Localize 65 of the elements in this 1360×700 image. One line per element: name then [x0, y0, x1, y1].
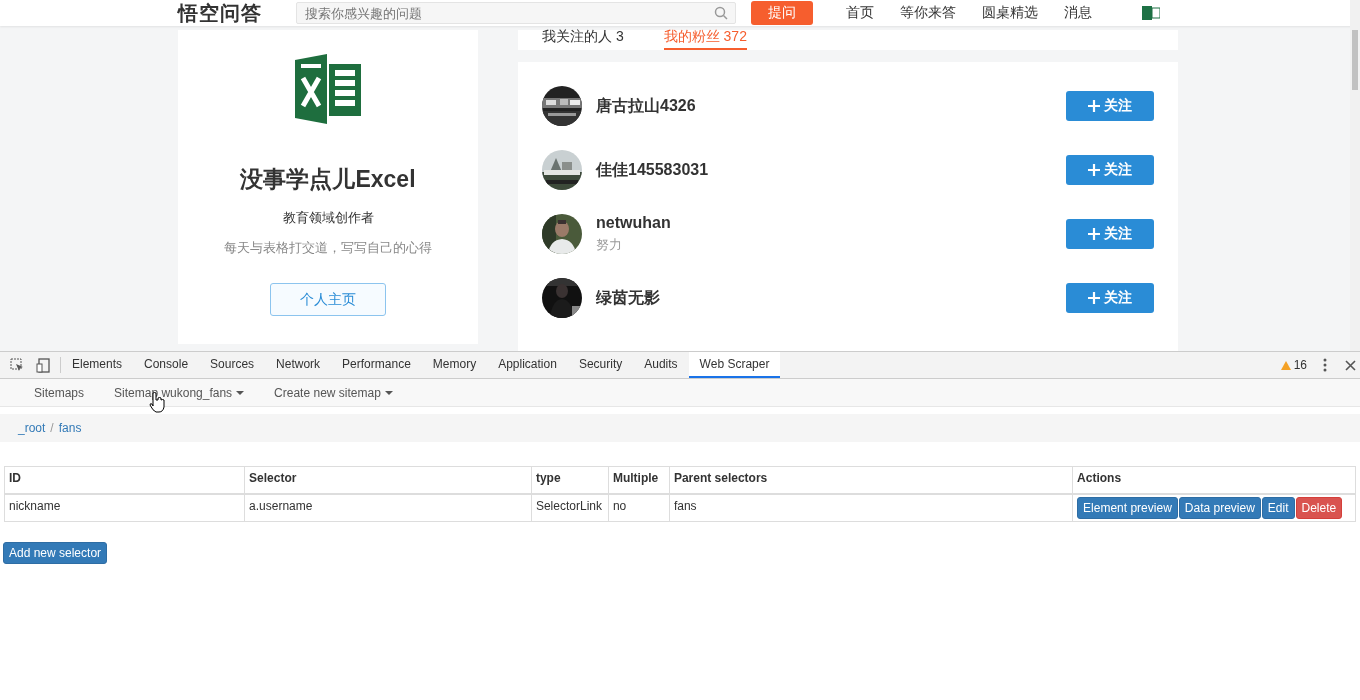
action-button[interactable]: Delete: [1295, 497, 1343, 519]
follow-button[interactable]: 关注: [1066, 91, 1154, 121]
nav-link[interactable]: Sitemaps: [34, 385, 85, 400]
column-header: Parent selectors: [669, 466, 1073, 494]
devtools-tab[interactable]: Security: [567, 352, 634, 378]
breadcrumb-link[interactable]: _root: [18, 421, 46, 435]
user-name[interactable]: 绿茵无影: [596, 287, 1052, 309]
user-name[interactable]: 佳佳145583031: [596, 159, 1052, 181]
follow-button[interactable]: 关注: [1066, 155, 1154, 185]
spreadsheet-icon: [1142, 4, 1160, 22]
tab[interactable]: 我关注的人 3: [542, 28, 624, 50]
warning-counter[interactable]: 16: [1280, 358, 1307, 372]
table-cell: a.username: [244, 494, 532, 522]
add-selector-button[interactable]: Add new selector: [3, 542, 108, 564]
plus-icon: [1088, 292, 1100, 304]
nav-link[interactable]: 圆桌精选: [982, 4, 1038, 22]
action-button[interactable]: Edit: [1261, 497, 1295, 519]
column-header: ID: [4, 466, 245, 494]
devtools-tab[interactable]: Memory: [421, 352, 488, 378]
breadcrumb-link[interactable]: fans: [58, 421, 82, 435]
profile-bio: 每天与表格打交道，写写自己的心得: [224, 239, 432, 257]
devtools-tab[interactable]: Network: [265, 352, 332, 378]
column-header: Selector: [244, 466, 532, 494]
devtools-tab[interactable]: Elements: [61, 352, 134, 378]
action-button[interactable]: Data preview: [1178, 497, 1261, 519]
devtools-tab[interactable]: Performance: [331, 352, 422, 378]
inspect-icon: [10, 358, 24, 372]
table-cell: fans: [669, 494, 1073, 522]
plus-icon: [1088, 100, 1100, 112]
menu-icon: [1323, 358, 1327, 372]
devtools-tab[interactable]: Sources: [199, 352, 266, 378]
search-field[interactable]: 搜索你感兴趣的问题: [296, 2, 736, 24]
close-icon: [1345, 359, 1356, 371]
action-button[interactable]: Element preview: [1077, 497, 1178, 519]
devtools-tab[interactable]: Console: [133, 352, 200, 378]
device-icon: [36, 357, 50, 373]
column-header: Multiple: [608, 466, 670, 494]
devtools-tab[interactable]: Web Scraper: [688, 352, 781, 378]
table-cell: nickname: [4, 494, 245, 522]
user-bio: 努力: [596, 236, 623, 254]
scrollbar[interactable]: [1350, 0, 1360, 351]
nav-link[interactable]: 等你来答: [900, 4, 956, 22]
table-cell: SelectorLink: [531, 494, 609, 522]
spreadsheet-logo-icon: [293, 54, 363, 124]
table-cell: no: [608, 494, 670, 522]
user-name[interactable]: 唐古拉山4326: [596, 95, 1052, 117]
profile-role: 教育领域创作者: [282, 209, 374, 227]
breadcrumb-separator: /: [50, 421, 54, 435]
column-header: Actions: [1072, 466, 1356, 494]
nav-link[interactable]: Create new sitemap: [274, 385, 393, 400]
follow-button[interactable]: 关注: [1066, 219, 1154, 249]
user-name[interactable]: netwuhan: [596, 214, 1052, 232]
profile-name: 没事学点儿Excel: [240, 165, 416, 194]
column-header: type: [531, 466, 609, 494]
plus-icon: [1088, 228, 1100, 240]
follow-button[interactable]: 关注: [1066, 283, 1154, 313]
nav-link[interactable]: 消息: [1064, 4, 1092, 22]
search-icon: [714, 6, 728, 20]
devtools-tab[interactable]: Application: [487, 352, 568, 378]
homepage-button[interactable]: 个人主页: [270, 283, 386, 316]
devtools-tab[interactable]: Audits: [633, 352, 689, 378]
warning-icon: [1280, 360, 1291, 370]
nav-link[interactable]: 首页: [846, 4, 874, 22]
site-logo[interactable]: 悟空问答: [178, 0, 296, 27]
plus-icon: [1088, 164, 1100, 176]
